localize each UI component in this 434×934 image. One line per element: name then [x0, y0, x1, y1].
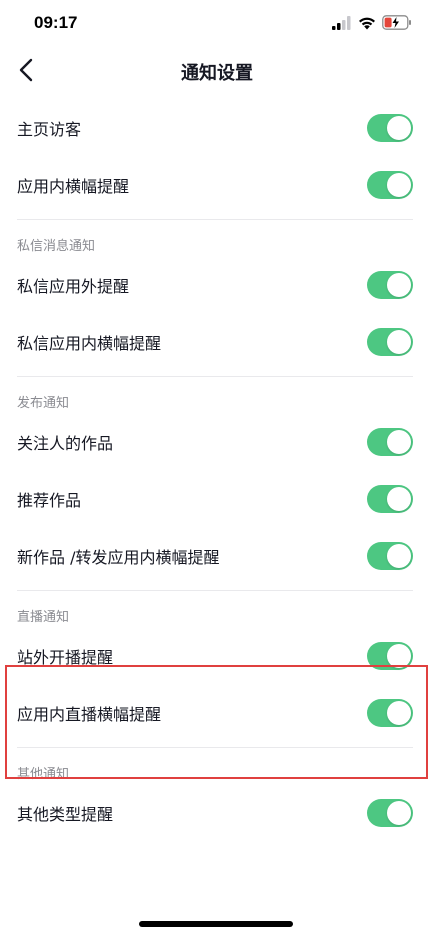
toggle-knob: [387, 486, 411, 511]
home-indicator: [139, 921, 293, 927]
toggle-knob: [387, 329, 411, 354]
setting-row-live-in-app-banner[interactable]: 应用内直播横幅提醒: [0, 684, 434, 741]
status-bar: 09:17: [0, 0, 434, 50]
toggle-knob: [387, 272, 411, 297]
setting-label: 其他类型提醒: [17, 804, 114, 824]
toggle-switch[interactable]: [367, 270, 413, 299]
signal-icon: [332, 15, 352, 34]
setting-label: 站外开播提醒: [17, 647, 114, 667]
toggle-switch[interactable]: [367, 484, 413, 513]
setting-row-homepage-visitors[interactable]: 主页访客: [0, 99, 434, 156]
toggle-switch[interactable]: [367, 170, 413, 199]
setting-row-dm-outside-app[interactable]: 私信应用外提醒: [0, 256, 434, 313]
battery-charging-icon: [382, 14, 412, 34]
setting-label: 推荐作品: [17, 490, 82, 510]
setting-label: 私信应用内横幅提醒: [17, 333, 162, 353]
setting-row-live-start-outside[interactable]: 站外开播提醒: [0, 627, 434, 684]
status-time: 09:17: [34, 13, 78, 32]
toggle-knob: [387, 700, 411, 725]
setting-row-other-types[interactable]: 其他类型提醒: [0, 784, 434, 841]
toggle-switch[interactable]: [367, 541, 413, 570]
section-header-publish: 发布通知: [17, 396, 70, 411]
toggle-switch[interactable]: [367, 641, 413, 670]
toggle-switch[interactable]: [367, 698, 413, 727]
settings-list: 主页访客 应用内横幅提醒 私信消息通知 私信应用外提醒 私信应用内横幅提醒 发布…: [0, 99, 434, 841]
toggle-knob: [387, 800, 411, 825]
setting-label: 应用内横幅提醒: [17, 176, 130, 196]
setting-label: 关注人的作品: [17, 433, 114, 453]
setting-row-in-app-banner[interactable]: 应用内横幅提醒: [0, 156, 434, 213]
nav-bar: 通知设置: [0, 50, 434, 94]
toggle-switch[interactable]: [367, 113, 413, 142]
toggle-knob: [387, 543, 411, 568]
toggle-knob: [387, 172, 411, 197]
section-header-live: 直播通知: [17, 610, 70, 625]
setting-row-dm-in-app-banner[interactable]: 私信应用内横幅提醒: [0, 313, 434, 370]
page-title: 通知设置: [181, 63, 253, 84]
toggle-switch[interactable]: [367, 327, 413, 356]
setting-label: 主页访客: [17, 119, 82, 139]
setting-row-new-works-repost-banner[interactable]: 新作品 /转发应用内横幅提醒: [0, 527, 434, 584]
toggle-switch[interactable]: [367, 427, 413, 456]
section-header-other: 其他通知: [17, 767, 70, 782]
setting-label: 私信应用外提醒: [17, 276, 130, 296]
toggle-knob: [387, 643, 411, 668]
setting-row-followed-works[interactable]: 关注人的作品: [0, 413, 434, 470]
setting-label: 应用内直播横幅提醒: [17, 704, 162, 724]
toggle-switch[interactable]: [367, 798, 413, 827]
status-icons: [332, 14, 412, 34]
toggle-knob: [387, 115, 411, 140]
setting-label: 新作品 /转发应用内横幅提醒: [17, 547, 220, 567]
wifi-icon: [358, 15, 376, 34]
setting-row-recommended-works[interactable]: 推荐作品: [0, 470, 434, 527]
toggle-knob: [387, 429, 411, 454]
section-header-private-messages: 私信消息通知: [17, 239, 96, 254]
